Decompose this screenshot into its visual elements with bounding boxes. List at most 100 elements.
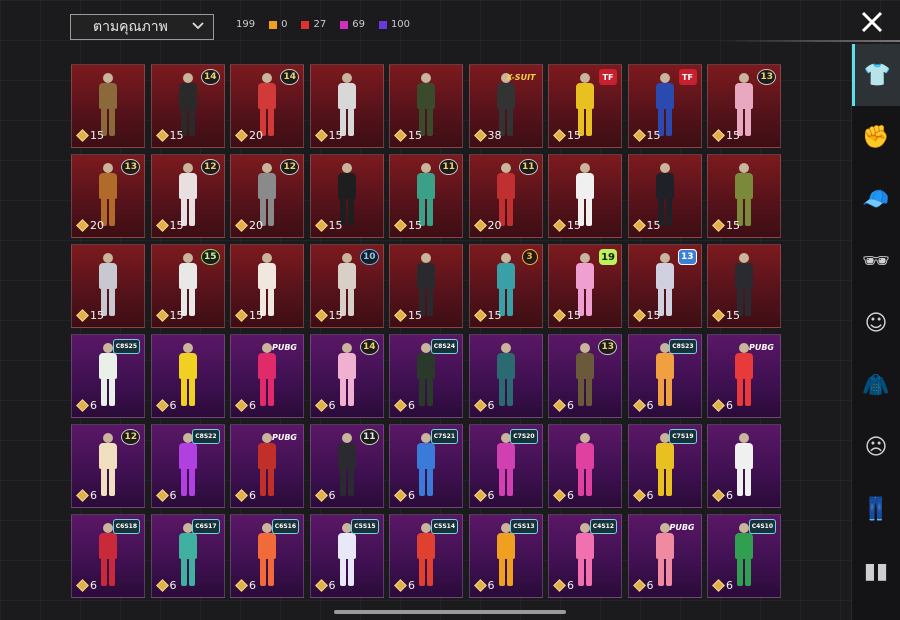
outfit-card[interactable]: 13 15 xyxy=(707,64,781,148)
outfit-card[interactable]: 15 xyxy=(707,244,781,328)
coin-icon xyxy=(394,129,407,142)
item-price: 6 xyxy=(76,579,97,592)
outfit-card[interactable]: 14 15 xyxy=(150,64,225,148)
outfit-card[interactable]: 12 6 xyxy=(71,424,145,508)
item-price: 6 xyxy=(473,399,495,412)
item-price: 6 xyxy=(394,579,415,592)
outfit-card[interactable]: 11 20 xyxy=(468,154,543,238)
season-badge: 15 xyxy=(200,249,220,265)
category-tab-sunglasses[interactable]: 🕶 xyxy=(852,230,900,292)
outfit-card[interactable]: C4S10 6 xyxy=(707,514,781,598)
item-price: 15 xyxy=(632,219,661,232)
outfit-card[interactable]: 6 xyxy=(707,424,781,508)
season-badge: C4S10 xyxy=(748,519,776,534)
outfit-card[interactable]: PUBG 6 xyxy=(230,424,304,508)
price-value: 6 xyxy=(408,489,415,502)
outfit-card[interactable]: 6 xyxy=(150,334,225,418)
outfit-card[interactable]: C7S21 6 xyxy=(389,424,463,508)
outfit-card[interactable]: 15 xyxy=(389,244,463,328)
outfit-preview xyxy=(97,433,119,499)
outfit-card[interactable]: 15 15 xyxy=(150,244,225,328)
item-price: 15 xyxy=(394,219,422,232)
outfit-card[interactable]: 13 15 xyxy=(627,244,702,328)
outfit-card[interactable]: TF 15 xyxy=(627,64,702,148)
face-icon: ☹ xyxy=(864,434,888,460)
outfit-card[interactable]: 15 xyxy=(71,64,145,148)
season-badge: 13 xyxy=(677,249,697,265)
category-tab-pants[interactable]: 👖 xyxy=(852,478,900,540)
outfit-card[interactable]: C8S23 6 xyxy=(627,334,702,418)
sort-dropdown[interactable]: ตามคุณภาพ xyxy=(70,14,214,40)
outfit-card[interactable]: 11 6 xyxy=(309,424,384,508)
category-tab-jacket[interactable]: 🧥 xyxy=(852,354,900,416)
outfit-card[interactable]: C6S16 6 xyxy=(230,514,304,598)
category-tab-outfit[interactable]: 👕 xyxy=(852,44,900,106)
outfit-card[interactable]: C8S24 6 xyxy=(389,334,463,418)
coin-icon xyxy=(76,579,89,592)
season-badge: 11 xyxy=(439,159,458,175)
coin-icon xyxy=(235,399,248,412)
category-tab-mask[interactable]: ☺ xyxy=(852,292,900,354)
outfit-card[interactable]: 6 xyxy=(548,424,622,508)
outfit-card[interactable]: 13 6 xyxy=(548,334,622,418)
outfit-card[interactable]: C6S17 6 xyxy=(150,514,225,598)
category-tab-face[interactable]: ☹ xyxy=(852,416,900,478)
item-price: 6 xyxy=(314,489,336,502)
coin-icon xyxy=(394,579,407,592)
outfit-card[interactable]: 14 20 xyxy=(230,64,304,148)
outfit-card[interactable]: C8S22 6 xyxy=(150,424,225,508)
item-price: 6 xyxy=(314,579,336,592)
season-badge: C8S23 xyxy=(669,339,697,354)
price-value: 6 xyxy=(90,489,97,502)
outfit-card[interactable]: C5S14 6 xyxy=(389,514,463,598)
category-tab-shoes[interactable]: ▮▮ xyxy=(852,540,900,602)
outfit-card[interactable]: 19 15 xyxy=(548,244,622,328)
coin-icon xyxy=(155,129,169,142)
outfit-card[interactable]: 3 15 xyxy=(468,244,543,328)
outfit-card[interactable]: PUBG 6 xyxy=(707,334,781,418)
outfit-card[interactable]: 15 xyxy=(707,154,781,238)
outfit-card[interactable]: 14 6 xyxy=(309,334,384,418)
category-tab-cap[interactable]: 🧢 xyxy=(852,168,900,230)
horizontal-scrollbar[interactable] xyxy=(334,610,566,614)
price-value: 6 xyxy=(646,399,654,412)
category-tab-hand[interactable]: ✊ xyxy=(852,106,900,168)
outfit-card[interactable]: C8S25 6 xyxy=(71,334,145,418)
outfit-card[interactable]: 15 xyxy=(548,154,622,238)
item-price: 6 xyxy=(394,399,415,412)
outfit-card[interactable]: 13 20 xyxy=(71,154,145,238)
outfit-card[interactable]: PUBG 6 xyxy=(627,514,702,598)
outfit-card[interactable]: 15 xyxy=(309,64,384,148)
outfit-preview xyxy=(574,343,596,409)
outfit-card[interactable]: C7S19 6 xyxy=(627,424,702,508)
price-value: 15 xyxy=(726,219,740,232)
outfit-card[interactable]: 12 15 xyxy=(150,154,225,238)
outfit-card[interactable]: X-SUIT 38 xyxy=(468,64,543,148)
shoes-icon: ▮▮ xyxy=(863,558,889,584)
outfit-card[interactable]: 15 xyxy=(71,244,145,328)
outfit-card[interactable]: C5S15 6 xyxy=(309,514,384,598)
outfit-card[interactable]: C7S20 6 xyxy=(468,424,543,508)
outfit-card[interactable]: 15 xyxy=(309,154,384,238)
outfit-card[interactable]: 11 15 xyxy=(389,154,463,238)
outfit-card[interactable]: 15 xyxy=(627,154,702,238)
outfit-card[interactable]: C4S12 6 xyxy=(548,514,622,598)
season-badge: X-SUIT xyxy=(506,72,536,82)
outfit-card[interactable]: C5S13 6 xyxy=(468,514,543,598)
price-value: 15 xyxy=(487,309,502,322)
item-price: 15 xyxy=(712,309,740,322)
outfit-grid: 15 14 15 14 20 15 15 X-SUIT 38 TF 15 TF 15 13 15 13 20 12… xyxy=(71,64,781,598)
outfit-icon: 👕 xyxy=(863,62,892,88)
outfit-card[interactable]: 10 15 xyxy=(309,244,384,328)
coin-icon xyxy=(76,489,89,502)
outfit-card[interactable]: 15 xyxy=(230,244,304,328)
outfit-card[interactable]: TF 15 xyxy=(548,64,622,148)
outfit-card[interactable]: PUBG 6 xyxy=(230,334,304,418)
outfit-card[interactable]: C6S18 6 xyxy=(71,514,145,598)
outfit-card[interactable]: 15 xyxy=(389,64,463,148)
outfit-card[interactable]: 12 20 xyxy=(230,154,304,238)
outfit-card[interactable]: 6 xyxy=(468,334,543,418)
close-button[interactable] xyxy=(858,8,886,36)
season-badge: 12 xyxy=(280,159,299,175)
coin-icon xyxy=(553,489,566,502)
